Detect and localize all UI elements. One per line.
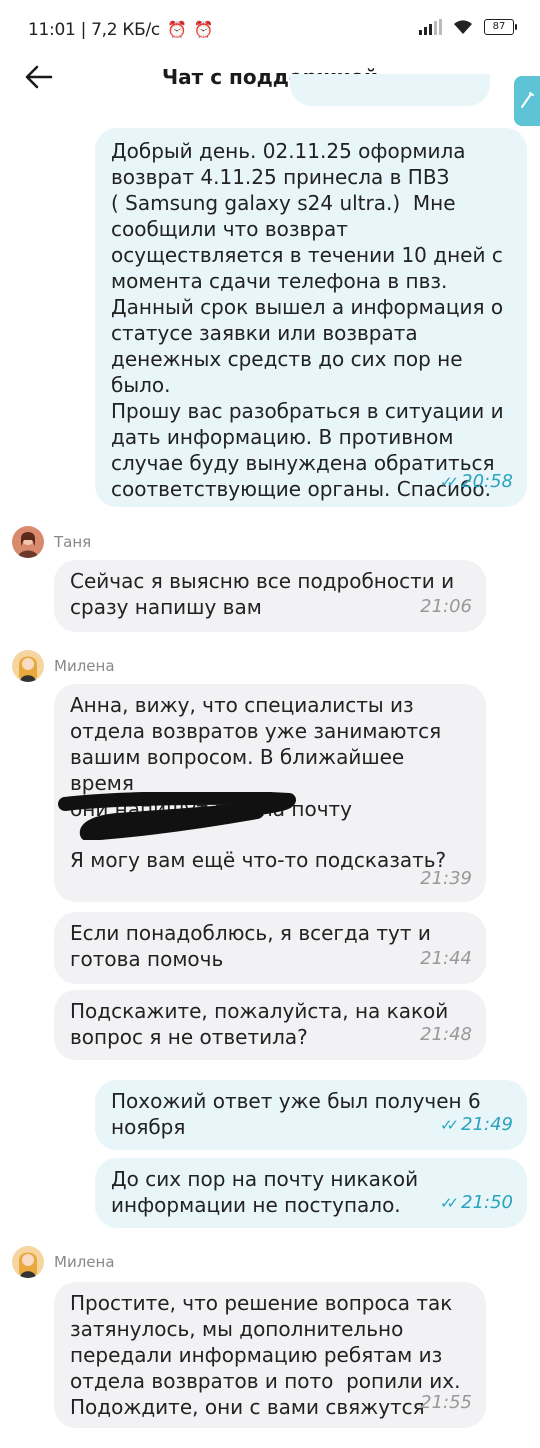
- avatar[interactable]: [12, 526, 44, 558]
- sender-label: Милена: [12, 1246, 115, 1278]
- message-text: Сейчас я выясню все подробности и сразу …: [70, 569, 455, 619]
- message-time: ✓✓ 21:49: [440, 1112, 513, 1138]
- message-text: Если понадоблюсь, я всегда тут и готова …: [70, 921, 431, 971]
- message-bubble-incoming[interactable]: Если понадоблюсь, я всегда тут и готова …: [54, 912, 486, 984]
- message-bubble-incoming[interactable]: Сейчас я выясню все подробности и сразу …: [54, 560, 486, 632]
- edit-side-button[interactable]: [514, 76, 540, 126]
- message-time: 21:06: [420, 596, 472, 617]
- sender-name: Милена: [54, 657, 115, 675]
- message-bubble-partial: [290, 74, 490, 106]
- message-time: ✓✓ 21:50: [440, 1190, 513, 1216]
- message-time: 21:55: [420, 1392, 472, 1413]
- message-time: ✓✓ 20:58: [440, 469, 513, 495]
- message-bubble-incoming[interactable]: Простите, что решение вопроса так затяну…: [54, 1282, 486, 1428]
- alarm-icon-2: ⏰: [193, 20, 214, 39]
- status-bar: 11:01 | 7,2 КБ/с ⏰ ⏰ 87: [0, 0, 540, 60]
- read-checks-icon: ✓✓: [439, 1194, 459, 1212]
- sender-label: Таня: [12, 526, 91, 558]
- message-time: 21:44: [420, 948, 472, 969]
- battery-icon: 87: [484, 19, 517, 35]
- status-time: 11:01 | 7,2 КБ/с ⏰ ⏰: [28, 20, 214, 40]
- read-checks-icon: ✓✓: [439, 1116, 459, 1134]
- sender-name: Милена: [54, 1253, 115, 1271]
- message-bubble-outgoing[interactable]: До сих пор на почту никакой информации н…: [95, 1158, 527, 1228]
- sender-label: Милена: [12, 650, 115, 682]
- message-time: 21:39: [420, 868, 472, 889]
- signal-icon: [419, 19, 442, 35]
- message-text: Подскажите, пожалуйста, на какой вопрос …: [70, 999, 449, 1049]
- message-text: Добрый день. 02.11.25 оформила возврат 4…: [111, 139, 504, 501]
- read-checks-icon: ✓✓: [439, 473, 459, 491]
- status-time-speed: 11:01 | 7,2 КБ/с: [28, 20, 160, 40]
- message-bubble-incoming[interactable]: Подскажите, пожалуйста, на какой вопрос …: [54, 990, 486, 1060]
- redaction-scribble: [58, 792, 296, 840]
- message-time-value: 21:49: [461, 1114, 513, 1135]
- message-time-value: 21:50: [461, 1192, 513, 1213]
- pencil-icon: [521, 92, 534, 108]
- battery-level: 87: [492, 21, 506, 32]
- sender-name: Таня: [54, 533, 92, 551]
- message-bubble-outgoing[interactable]: Похожий ответ уже был получен 6 ноября ✓…: [95, 1080, 527, 1150]
- message-time: 21:48: [420, 1024, 472, 1045]
- avatar[interactable]: [12, 650, 44, 682]
- message-bubble-outgoing[interactable]: Добрый день. 02.11.25 оформила возврат 4…: [95, 128, 527, 507]
- message-text: Простите, что решение вопроса так затяну…: [70, 1291, 461, 1419]
- avatar[interactable]: [12, 1246, 44, 1278]
- alarm-icon: ⏰: [167, 20, 187, 39]
- wifi-icon: [454, 20, 472, 34]
- message-text-question: Я могу вам ещё что-то подсказать?: [70, 848, 447, 872]
- message-time-value: 20:58: [461, 471, 513, 492]
